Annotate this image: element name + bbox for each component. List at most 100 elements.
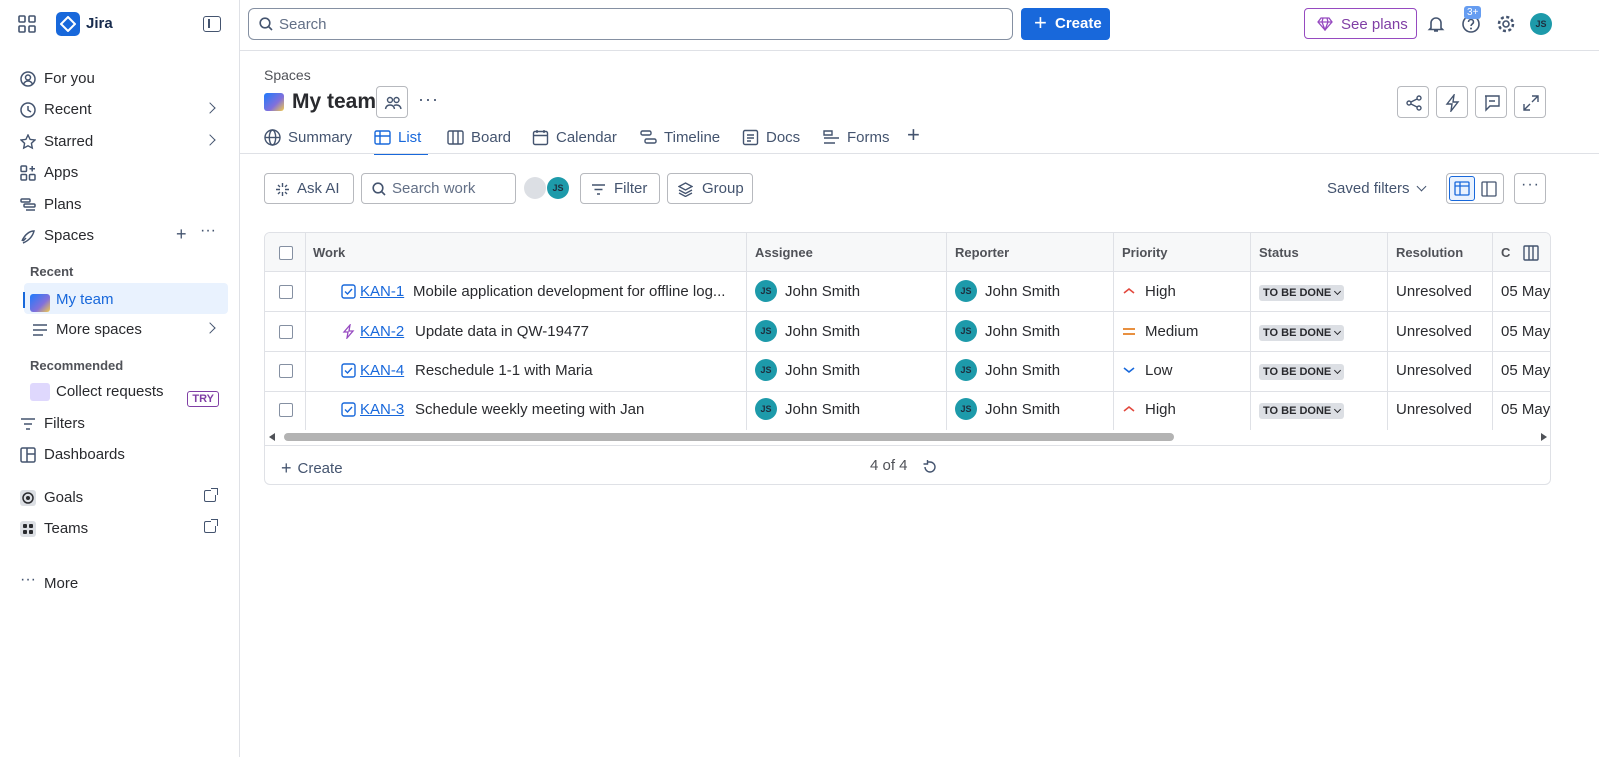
sidebar-item-plans[interactable]: Plans — [14, 190, 228, 220]
column-header-assignee[interactable]: Assignee — [755, 245, 813, 260]
inline-create-button[interactable]: + Create — [281, 457, 343, 478]
columns-config-icon[interactable] — [1523, 245, 1539, 261]
row-checkbox[interactable] — [279, 285, 293, 299]
table-row[interactable]: KAN-1 Mobile application development for… — [265, 272, 1550, 312]
search-work-field[interactable] — [361, 173, 516, 204]
table-row[interactable]: KAN-3 Schedule weekly meeting with Jan J… — [265, 391, 1550, 431]
feedback-button[interactable] — [1475, 86, 1507, 118]
chevron-right-icon[interactable] — [204, 134, 216, 146]
search-work-input[interactable] — [392, 176, 510, 201]
sidebar-item-apps[interactable]: Apps — [14, 158, 228, 188]
gear-icon[interactable] — [1496, 14, 1516, 34]
horizontal-scrollbar[interactable] — [265, 430, 1550, 444]
ask-ai-button[interactable]: Ask AI — [264, 173, 354, 204]
chevron-right-icon[interactable] — [204, 102, 216, 114]
create-button[interactable]: + Create — [1021, 8, 1110, 40]
issue-key-link[interactable]: KAN-3 — [360, 401, 404, 418]
tab-summary[interactable]: Summary — [264, 126, 354, 154]
row-checkbox[interactable] — [279, 403, 293, 417]
assignee-name[interactable]: John Smith — [785, 283, 860, 300]
row-checkbox[interactable] — [279, 325, 293, 339]
issue-key-link[interactable]: KAN-2 — [360, 323, 404, 340]
app-name[interactable]: Jira — [86, 15, 113, 32]
table-row[interactable]: KAN-2 Update data in QW-19477 JS John Sm… — [265, 312, 1550, 352]
tab-calendar[interactable]: Calendar — [532, 126, 622, 154]
scrollbar-thumb[interactable] — [284, 433, 1174, 441]
sidebar-item-for-you[interactable]: For you — [14, 64, 228, 94]
status-lozenge[interactable]: TO BE DONE — [1259, 364, 1345, 380]
more-horizontal-icon[interactable]: ··· — [200, 222, 216, 240]
sidebar-item-more-spaces[interactable]: More spaces — [14, 315, 228, 345]
filter-button[interactable]: Filter — [580, 173, 660, 204]
priority-value[interactable]: High — [1145, 283, 1176, 300]
row-checkbox[interactable] — [279, 364, 293, 378]
priority-value[interactable]: High — [1145, 401, 1176, 418]
issue-summary[interactable]: Schedule weekly meeting with Jan — [415, 401, 644, 418]
sidebar-item-my-team[interactable] — [24, 283, 228, 314]
refresh-icon[interactable] — [922, 459, 937, 474]
group-button[interactable]: Group — [667, 173, 753, 204]
global-search[interactable] — [248, 8, 1013, 40]
tab-docs[interactable]: Docs — [742, 126, 804, 154]
reporter-name[interactable]: John Smith — [985, 283, 1060, 300]
sidebar-item-filters[interactable]: Filters — [14, 409, 228, 439]
add-space-icon[interactable]: + — [176, 224, 187, 245]
sidebar-item-goals[interactable]: Goals — [14, 483, 228, 513]
tab-forms[interactable]: Forms — [823, 126, 890, 154]
column-header-priority[interactable]: Priority — [1122, 245, 1168, 260]
app-switcher-icon[interactable] — [18, 15, 36, 33]
bell-icon[interactable] — [1426, 14, 1446, 34]
sidebar-item-starred[interactable]: Starred — [14, 127, 228, 157]
sidebar-item-recent[interactable]: Recent — [14, 95, 228, 125]
issue-key-link[interactable]: KAN-4 — [360, 362, 404, 379]
priority-value[interactable]: Low — [1145, 362, 1173, 379]
issue-summary[interactable]: Update data in QW-19477 — [415, 323, 589, 340]
saved-filters-dropdown[interactable]: Saved filters — [1327, 180, 1426, 197]
scroll-right-arrow-icon[interactable] — [1541, 433, 1547, 441]
reporter-name[interactable]: John Smith — [985, 323, 1060, 340]
select-all-checkbox[interactable] — [279, 246, 293, 260]
table-view-button[interactable] — [1449, 176, 1475, 201]
issue-summary[interactable]: Reschedule 1-1 with Maria — [415, 362, 593, 379]
search-input[interactable] — [279, 10, 999, 38]
assignee-name[interactable]: John Smith — [785, 401, 860, 418]
reporter-name[interactable]: John Smith — [985, 401, 1060, 418]
table-row[interactable]: KAN-4 Reschedule 1-1 with Maria JS John … — [265, 352, 1550, 392]
detail-view-icon[interactable] — [1481, 181, 1497, 197]
fullscreen-button[interactable] — [1514, 86, 1546, 118]
priority-value[interactable]: Medium — [1145, 323, 1198, 340]
unassigned-avatar-filter[interactable] — [524, 177, 546, 199]
status-lozenge[interactable]: TO BE DONE — [1259, 325, 1345, 341]
breadcrumb[interactable]: Spaces — [264, 67, 311, 83]
tab-board[interactable]: Board — [447, 126, 513, 154]
team-members-button[interactable] — [376, 86, 408, 118]
assignee-name[interactable]: John Smith — [785, 362, 860, 379]
sidebar-item-teams[interactable]: Teams — [14, 514, 228, 544]
user-avatar[interactable]: JS — [1530, 13, 1552, 35]
sidebar-item-spaces[interactable]: Spaces + ··· — [14, 221, 228, 251]
collapse-sidebar-icon[interactable] — [203, 16, 221, 32]
status-lozenge[interactable]: TO BE DONE — [1259, 285, 1345, 301]
reporter-name[interactable]: John Smith — [985, 362, 1060, 379]
automation-button[interactable] — [1436, 86, 1468, 118]
scroll-left-arrow-icon[interactable] — [269, 433, 275, 441]
see-plans-button[interactable]: See plans — [1304, 8, 1417, 39]
column-header-status[interactable]: Status — [1259, 245, 1299, 260]
column-header-work[interactable]: Work — [313, 245, 345, 260]
column-header-resolution[interactable]: Resolution — [1396, 245, 1463, 260]
tab-list[interactable]: List — [374, 126, 428, 155]
sidebar-item-more[interactable]: ··· More — [14, 570, 228, 598]
more-horizontal-icon[interactable]: ··· — [418, 89, 439, 110]
issue-key-link[interactable]: KAN-1 — [360, 283, 404, 300]
status-lozenge[interactable]: TO BE DONE — [1259, 403, 1345, 419]
issue-summary[interactable]: Mobile application development for offli… — [413, 283, 725, 300]
assignee-name[interactable]: John Smith — [785, 323, 860, 340]
share-button[interactable] — [1397, 86, 1429, 118]
add-tab-icon[interactable]: + — [907, 122, 925, 150]
tab-timeline[interactable]: Timeline — [640, 126, 724, 154]
more-actions-button[interactable]: ··· — [1514, 173, 1546, 204]
user-avatar-filter[interactable]: JS — [547, 177, 569, 199]
column-header-created[interactable]: C — [1501, 245, 1510, 260]
sidebar-item-dashboards[interactable]: Dashboards — [14, 440, 228, 470]
column-header-reporter[interactable]: Reporter — [955, 245, 1009, 260]
